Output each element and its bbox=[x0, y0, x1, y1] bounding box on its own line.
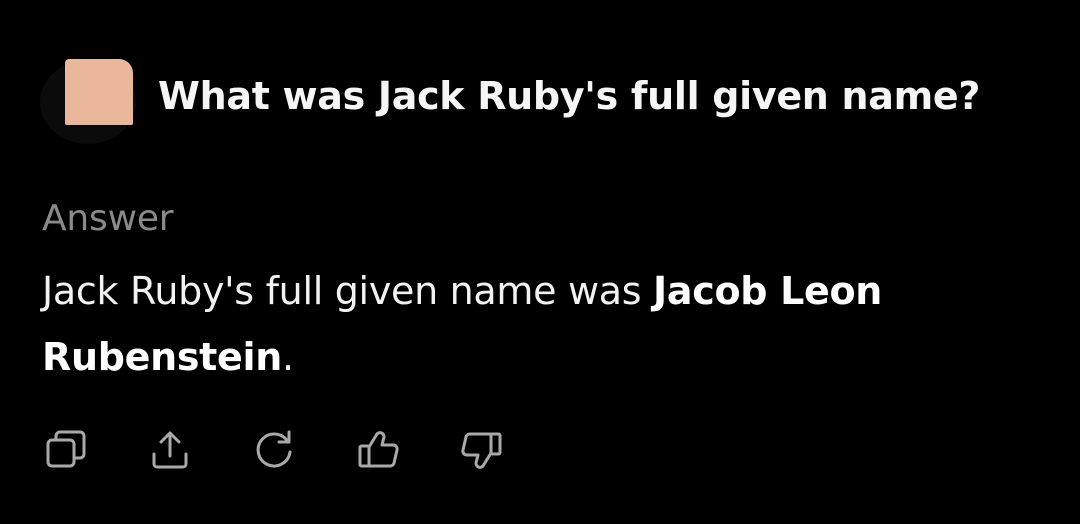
answer-text: Jack Ruby's full given name was Jacob Le… bbox=[42, 258, 1002, 390]
copy-button[interactable] bbox=[40, 424, 92, 476]
action-bar bbox=[40, 424, 560, 476]
share-icon bbox=[152, 431, 188, 469]
regenerate-icon bbox=[256, 430, 292, 468]
answer-text-suffix: . bbox=[281, 335, 294, 379]
question-text: What was Jack Ruby's full given name? bbox=[158, 74, 981, 118]
answer-text-prefix: Jack Ruby's full given name was bbox=[42, 269, 654, 313]
thumbs-up-icon bbox=[358, 431, 399, 468]
copy-icon bbox=[46, 430, 86, 468]
avatar-image bbox=[65, 59, 133, 125]
question-row: What was Jack Ruby's full given name? bbox=[40, 54, 980, 146]
user-avatar bbox=[40, 54, 140, 146]
thumbs-up-button[interactable] bbox=[352, 424, 404, 476]
answer-label: Answer bbox=[42, 198, 174, 239]
regenerate-button[interactable] bbox=[248, 424, 300, 476]
share-button[interactable] bbox=[144, 424, 196, 476]
thumbs-down-button[interactable] bbox=[456, 424, 508, 476]
thumbs-down-icon bbox=[461, 432, 502, 469]
